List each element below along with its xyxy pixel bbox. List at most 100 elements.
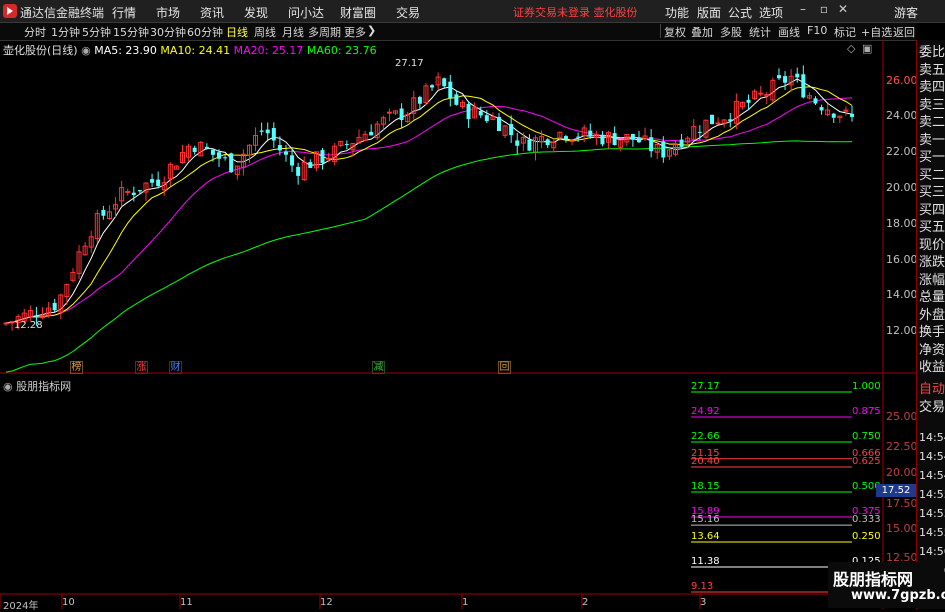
candle-down (630, 133, 635, 140)
period-more[interactable]: 更多 (344, 24, 366, 40)
candle-down (204, 146, 209, 149)
minimize-icon[interactable]: – (796, 2, 810, 18)
user-guest[interactable]: 游客 (894, 4, 918, 21)
side-panel-item[interactable]: 涨幅 (919, 274, 945, 287)
tool-stats[interactable]: 统计 (749, 24, 771, 40)
chevron-right-icon[interactable]: ❯ (367, 24, 376, 37)
candle-down (466, 103, 471, 120)
candle-down (612, 133, 617, 145)
side-panel-item[interactable]: 卖一 (919, 134, 945, 147)
trade-time: 14:55 (919, 488, 945, 501)
side-panel-item[interactable]: 买四 (919, 204, 945, 217)
y-tick: 20.00 (886, 181, 918, 194)
candle-down (229, 153, 234, 173)
period-15min[interactable]: 15分钟 (113, 24, 149, 40)
event-tag[interactable]: 涨 (135, 361, 148, 374)
period-60min[interactable]: 60分钟 (187, 24, 223, 40)
tool-f10[interactable]: F10 (807, 24, 827, 37)
tool-mark[interactable]: 标记 (834, 24, 856, 40)
event-tag[interactable]: 财 (169, 361, 182, 374)
x-tick: 11 (180, 597, 193, 608)
menu-formula[interactable]: 公式 (728, 4, 752, 21)
menu-discover[interactable]: 发现 (244, 4, 268, 21)
expand-icon[interactable]: ▣ (862, 42, 872, 55)
tool-back[interactable]: 返回 (893, 24, 915, 40)
close-icon[interactable]: ✕ (836, 2, 850, 18)
side-panel-item[interactable]: 卖四 (919, 81, 945, 94)
side-panel-item[interactable]: 买一 (919, 151, 945, 164)
candle-down (515, 140, 520, 146)
y-tick: 26.00 (886, 74, 918, 87)
side-panel-item[interactable]: 现价 (919, 239, 945, 252)
candle-down (679, 139, 684, 147)
candle-down (746, 99, 751, 103)
trade-time: 14:55 (919, 526, 945, 539)
candle-down (649, 137, 654, 152)
kline-chart[interactable] (0, 40, 916, 609)
side-panel-item[interactable]: 收益 (919, 361, 945, 374)
candle-down (442, 78, 447, 87)
menu-wealth[interactable]: 财富圈 (340, 4, 376, 21)
menu-news[interactable]: 资讯 (200, 4, 224, 21)
side-panel-item[interactable]: 自动 (919, 383, 945, 396)
app-title: 通达信金融终端 (20, 6, 105, 20)
side-panel-item[interactable]: 卖三 (919, 99, 945, 112)
side-panel-item[interactable]: 卖五 (919, 64, 945, 77)
tool-add-favorite[interactable]: +自选 (861, 24, 892, 40)
diamond-icon[interactable]: ◇ (847, 42, 855, 55)
period-30min[interactable]: 30分钟 (150, 24, 186, 40)
tool-multi-stock[interactable]: 多股 (720, 24, 742, 40)
candle-down (795, 73, 800, 78)
settings-circle-icon[interactable]: ◉ (81, 44, 91, 57)
x-tick: 2024年 (3, 601, 39, 612)
level-ratio-label: 0.875 (852, 405, 881, 417)
event-tag[interactable]: 榜 (70, 361, 83, 374)
candle-down (813, 98, 818, 104)
restore-icon[interactable]: ▫ (817, 2, 831, 18)
event-tag[interactable]: 回 (498, 361, 511, 374)
settings-circle-icon[interactable]: ◉ (3, 380, 13, 393)
period-intraday[interactable]: 分时 (24, 24, 46, 40)
side-panel-item[interactable]: 净资 (919, 344, 945, 357)
side-panel-item[interactable]: 委比 (919, 46, 945, 59)
candle-down (600, 134, 605, 145)
period-weekly[interactable]: 周线 (254, 24, 276, 40)
tool-adjust[interactable]: 复权 (664, 24, 686, 40)
event-tag[interactable]: 减 (372, 361, 385, 374)
menu-options[interactable]: 选项 (759, 4, 783, 21)
trade-time: 14:54 (919, 469, 945, 482)
level-ratio-label: 0.625 (852, 456, 881, 468)
side-panel-item[interactable]: 总量 (919, 291, 945, 304)
tool-draw[interactable]: 画线 (778, 24, 800, 40)
side-panel-item[interactable]: 涨跌 (919, 256, 945, 269)
menu-quotes[interactable]: 行情 (112, 4, 136, 21)
candle-down (545, 139, 550, 146)
candle-up (326, 157, 332, 160)
menu-function[interactable]: 功能 (665, 4, 689, 21)
period-5min[interactable]: 5分钟 (82, 24, 111, 40)
level-price-label: 22.66 (691, 431, 720, 442)
side-panel-item[interactable]: 外盘 (919, 309, 945, 322)
ma60-label: MA60: 23.76 (306, 44, 377, 57)
side-panel-item[interactable]: 买二 (919, 169, 945, 182)
ma10-label: MA10: 24.41 (160, 44, 231, 57)
side-panel-item[interactable]: 买三 (919, 186, 945, 199)
trade-time: 14:54 (919, 450, 945, 463)
period-monthly[interactable]: 月线 (282, 24, 304, 40)
menu-trade[interactable]: 交易 (396, 4, 420, 21)
side-panel-item[interactable]: 卖二 (919, 116, 945, 129)
menu-ask[interactable]: 问小达 (288, 4, 324, 21)
candle-down (563, 136, 568, 140)
period-multi[interactable]: 多周期 (308, 24, 341, 40)
candle-down (101, 209, 106, 216)
menu-layout[interactable]: 版面 (697, 4, 721, 21)
tool-overlay[interactable]: 叠加 (691, 24, 713, 40)
period-daily[interactable]: 日线 (226, 24, 248, 40)
menu-market[interactable]: 市场 (156, 4, 180, 21)
level-price-label: 11.38 (691, 556, 720, 568)
side-panel-item[interactable]: 买五 (919, 221, 945, 234)
period-1min[interactable]: 1分钟 (51, 24, 80, 40)
candle-down (217, 152, 222, 159)
side-panel-item[interactable]: 换手 (919, 326, 945, 339)
side-panel-item[interactable]: 交易 (919, 401, 945, 414)
